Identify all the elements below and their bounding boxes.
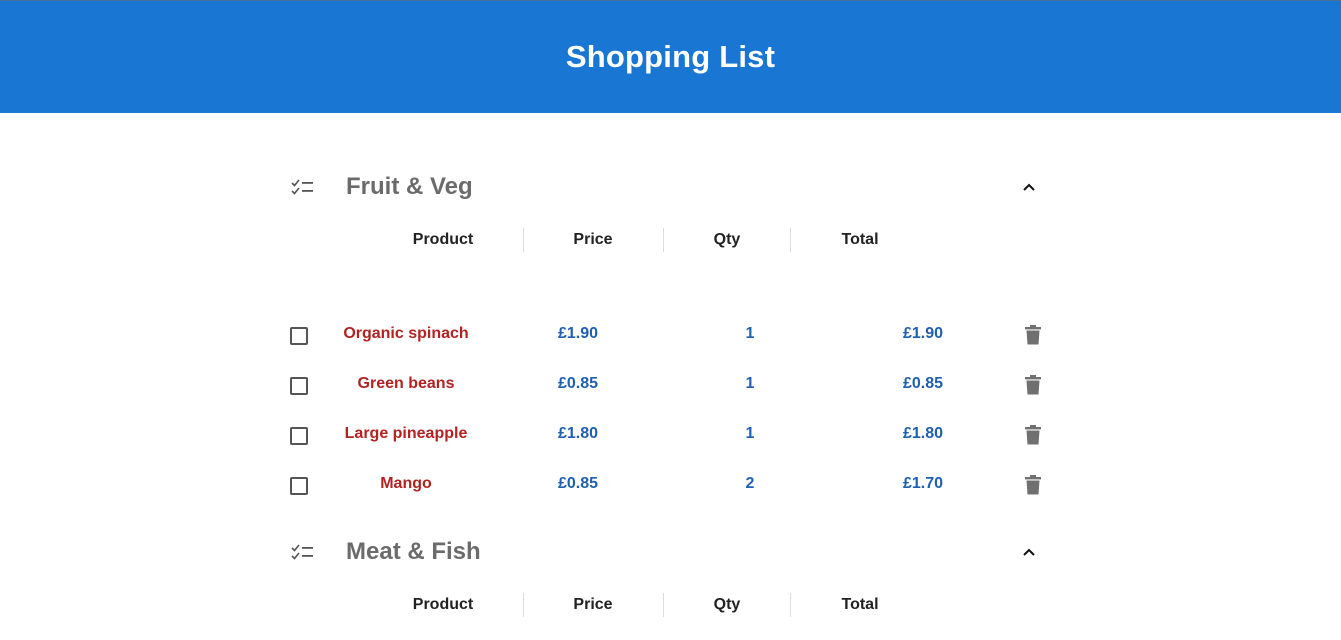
trash-icon[interactable] — [1024, 375, 1042, 395]
product-price: £1.90 — [557, 325, 599, 342]
item-checkbox[interactable] — [290, 377, 308, 395]
column-divider — [790, 228, 791, 252]
item-checkbox[interactable] — [290, 477, 308, 495]
column-divider — [523, 228, 524, 252]
column-divider — [663, 593, 664, 617]
item-checkbox[interactable] — [290, 327, 308, 345]
column-header-price[interactable]: Price — [533, 596, 653, 614]
column-header-price[interactable]: Price — [533, 231, 653, 249]
app-header: Shopping List — [0, 0, 1341, 113]
table-row: Green beans £0.85 1 £0.85 — [0, 366, 1341, 406]
checklist-icon — [291, 544, 313, 560]
product-total: £0.85 — [902, 375, 944, 392]
page-title: Shopping List — [565, 39, 776, 74]
column-header-product[interactable]: Product — [373, 596, 513, 614]
column-header-qty[interactable]: Qty — [673, 231, 781, 249]
product-price: £0.85 — [557, 475, 599, 492]
trash-icon[interactable] — [1024, 425, 1042, 445]
checklist-icon — [291, 179, 313, 195]
column-header-total[interactable]: Total — [800, 596, 920, 614]
column-divider — [790, 593, 791, 617]
product-price: £1.80 — [557, 425, 599, 442]
column-divider — [663, 228, 664, 252]
column-header-product[interactable]: Product — [373, 231, 513, 249]
product-qty[interactable]: 2 — [690, 475, 810, 493]
category-title: Fruit & Veg — [346, 173, 473, 200]
category-title: Meat & Fish — [346, 538, 481, 565]
product-qty[interactable]: 1 — [690, 375, 810, 393]
item-checkbox[interactable] — [290, 427, 308, 445]
product-name: Large pineapple — [344, 425, 468, 442]
column-header-total[interactable]: Total — [800, 231, 920, 249]
trash-icon[interactable] — [1024, 325, 1042, 345]
column-header-qty[interactable]: Qty — [673, 596, 781, 614]
chevron-up-icon[interactable] — [1021, 546, 1037, 558]
product-name: Organic spinach — [343, 325, 469, 342]
product-total: £1.90 — [902, 325, 944, 342]
table-row: Organic spinach £1.90 1 £1.90 — [0, 316, 1341, 356]
product-total: £1.80 — [902, 425, 944, 442]
product-name: Green beans — [357, 375, 455, 392]
column-divider — [523, 593, 524, 617]
table-row: Large pineapple £1.80 1 £1.80 — [0, 416, 1341, 456]
product-name: Mango — [380, 475, 432, 492]
table-row: Mango £0.85 2 £1.70 — [0, 466, 1341, 506]
product-total: £1.70 — [902, 475, 944, 492]
product-price: £0.85 — [557, 375, 599, 392]
chevron-up-icon[interactable] — [1021, 181, 1037, 193]
product-qty[interactable]: 1 — [690, 325, 810, 343]
product-qty[interactable]: 1 — [690, 425, 810, 443]
trash-icon[interactable] — [1024, 475, 1042, 495]
